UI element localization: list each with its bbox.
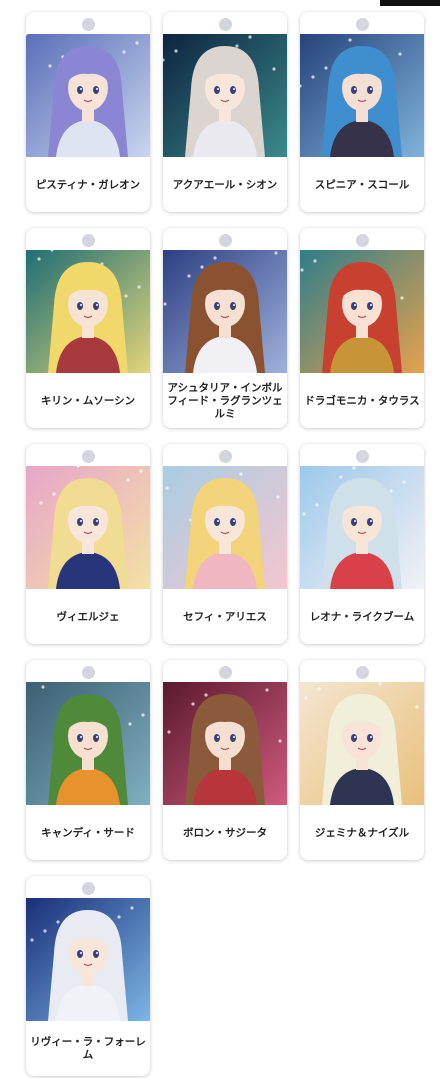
character-name: リヴィー・ラ・フォーレム — [30, 1036, 146, 1061]
character-name: アシュタリア・インボルフィード・ラグランツェルミ — [167, 381, 283, 420]
character-name: ピスティナ・ガレオン — [35, 178, 141, 191]
character-name: ドラゴモニカ・タウラス — [304, 394, 420, 407]
top-bar-indicator — [380, 0, 440, 6]
character-name: レオナ・ライクブーム — [309, 610, 415, 623]
character-card[interactable]: ドラゴモニカ・タウラス — [300, 228, 424, 428]
character-card[interactable]: レオナ・ライクブーム — [300, 444, 424, 644]
character-name: キャンディ・サード — [41, 826, 135, 839]
character-card[interactable]: アクアエール・シオン — [163, 12, 287, 212]
card-hole-icon — [356, 234, 369, 247]
character-art — [163, 466, 287, 589]
card-hole-icon — [219, 450, 232, 463]
character-card[interactable]: アシュタリア・インボルフィード・ラグランツェルミ — [163, 228, 287, 428]
character-card[interactable]: ヴィエルジェ — [26, 444, 150, 644]
character-art — [163, 250, 287, 373]
card-hole-icon — [356, 666, 369, 679]
card-hole-icon — [82, 450, 95, 463]
character-grid: ピスティナ・ガレオン アクアエール・シオン スピニア・スコールキリン・ムソーシン アシ… — [26, 12, 424, 1076]
character-name: セフィ・アリエス — [183, 610, 267, 623]
character-name: ヴィエルジェ — [56, 610, 120, 623]
character-card[interactable]: ボロン・サジータ — [163, 660, 287, 860]
card-hole-icon — [356, 450, 369, 463]
character-art — [26, 34, 150, 157]
character-art — [26, 682, 150, 805]
card-hole-icon — [356, 18, 369, 31]
character-card[interactable]: キャンディ・サード — [26, 660, 150, 860]
character-card[interactable]: セフィ・アリエス — [163, 444, 287, 644]
character-card[interactable]: スピニア・スコール — [300, 12, 424, 212]
character-name: キリン・ムソーシン — [40, 394, 136, 407]
character-art — [26, 250, 150, 373]
card-hole-icon — [219, 666, 232, 679]
character-card[interactable]: ピスティナ・ガレオン — [26, 12, 150, 212]
card-hole-icon — [82, 882, 95, 895]
character-name: スピニア・スコール — [314, 178, 410, 191]
card-hole-icon — [82, 18, 95, 31]
card-hole-icon — [219, 234, 232, 247]
character-art — [300, 466, 424, 589]
card-hole-icon — [82, 666, 95, 679]
character-art — [163, 682, 287, 805]
card-hole-icon — [82, 234, 95, 247]
character-card[interactable]: ジェミナ＆ナイズル — [300, 660, 424, 860]
character-name: アクアエール・シオン — [172, 178, 278, 191]
character-art — [26, 466, 150, 589]
character-art — [163, 34, 287, 157]
character-name: ジェミナ＆ナイズル — [314, 826, 410, 839]
character-art — [300, 682, 424, 805]
character-art — [26, 898, 150, 1021]
character-art — [300, 250, 424, 373]
character-card[interactable]: キリン・ムソーシン — [26, 228, 150, 428]
character-name: ボロン・サジータ — [183, 826, 267, 839]
character-card[interactable]: リヴィー・ラ・フォーレム — [26, 876, 150, 1076]
character-art — [300, 34, 424, 157]
card-hole-icon — [219, 18, 232, 31]
